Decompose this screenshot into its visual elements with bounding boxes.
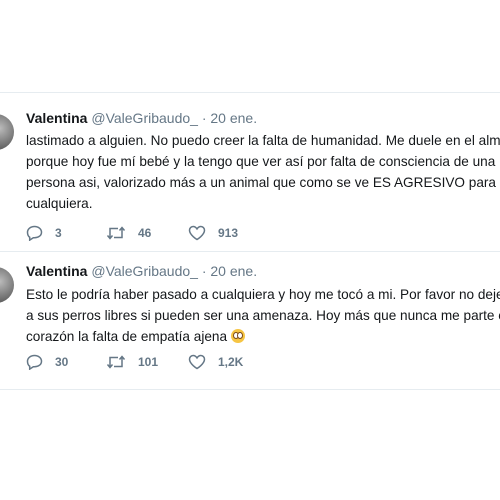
author-handle[interactable]: @ValeGribaudo_	[91, 263, 198, 279]
avatar[interactable]	[0, 267, 14, 303]
tweet[interactable]: Valentina @ValeGribaudo_ · 20 ene. Esto …	[0, 251, 500, 388]
retweet-button[interactable]: 101	[106, 354, 158, 370]
reply-button[interactable]: 3	[26, 225, 62, 241]
like-button[interactable]: 913	[188, 225, 238, 241]
tweet-actions: 3 46 913	[26, 225, 426, 245]
tweet-date[interactable]: 20 ene.	[210, 263, 257, 279]
tweet-text: Esto le podría haber pasado a cualquiera…	[26, 284, 500, 347]
tweet-date[interactable]: 20 ene.	[210, 110, 257, 126]
tweet-text-line: porque hoy fue mí bebé y la tengo que ve…	[26, 154, 496, 169]
reply-icon	[26, 354, 43, 370]
heart-icon	[188, 225, 206, 241]
separator-dot: ·	[201, 110, 207, 126]
retweet-button[interactable]: 46	[106, 225, 151, 241]
reply-count: 30	[55, 355, 69, 369]
tweet-text-line: a sus perros libres si pueden ser una am…	[26, 308, 500, 323]
author-name[interactable]: Valentina	[26, 263, 87, 279]
reply-count: 3	[55, 226, 62, 240]
separator-dot: ·	[201, 263, 207, 279]
author-handle[interactable]: @ValeGribaudo_	[91, 110, 198, 126]
tweet-text: lastimado a alguien. No puedo creer la f…	[26, 130, 500, 214]
retweet-count: 101	[138, 355, 159, 369]
tweet-text-line: cualquiera.	[26, 196, 93, 211]
tweet-text-line: corazón la falta de empatía ajena	[26, 329, 228, 344]
like-count: 913	[218, 226, 239, 240]
tweet-text-line: persona asi, valorizado más a un animal …	[26, 175, 496, 190]
heart-icon	[188, 354, 206, 370]
tweet[interactable]: Valentina @ValeGribaudo_ · 20 ene. lasti…	[0, 92, 500, 250]
like-button[interactable]: 1,2K	[188, 354, 243, 370]
reply-icon	[26, 225, 43, 241]
retweet-count: 46	[138, 226, 152, 240]
tweet-text-line: Esto le podría haber pasado a cualquiera…	[26, 287, 500, 302]
tweet-actions: 30 101 1,2K	[26, 354, 426, 374]
tweet-header: Valentina @ValeGribaudo_ · 20 ene.	[26, 110, 257, 126]
avatar[interactable]	[0, 114, 14, 150]
retweet-icon	[106, 226, 126, 240]
tweet-text-line: lastimado a alguien. No puedo creer la f…	[26, 133, 500, 148]
reply-button[interactable]: 30	[26, 354, 68, 370]
like-count: 1,2K	[218, 355, 244, 369]
author-name[interactable]: Valentina	[26, 110, 87, 126]
emoji-icon	[230, 329, 245, 343]
retweet-icon	[106, 355, 126, 369]
tweet-header: Valentina @ValeGribaudo_ · 20 ene.	[26, 263, 257, 279]
